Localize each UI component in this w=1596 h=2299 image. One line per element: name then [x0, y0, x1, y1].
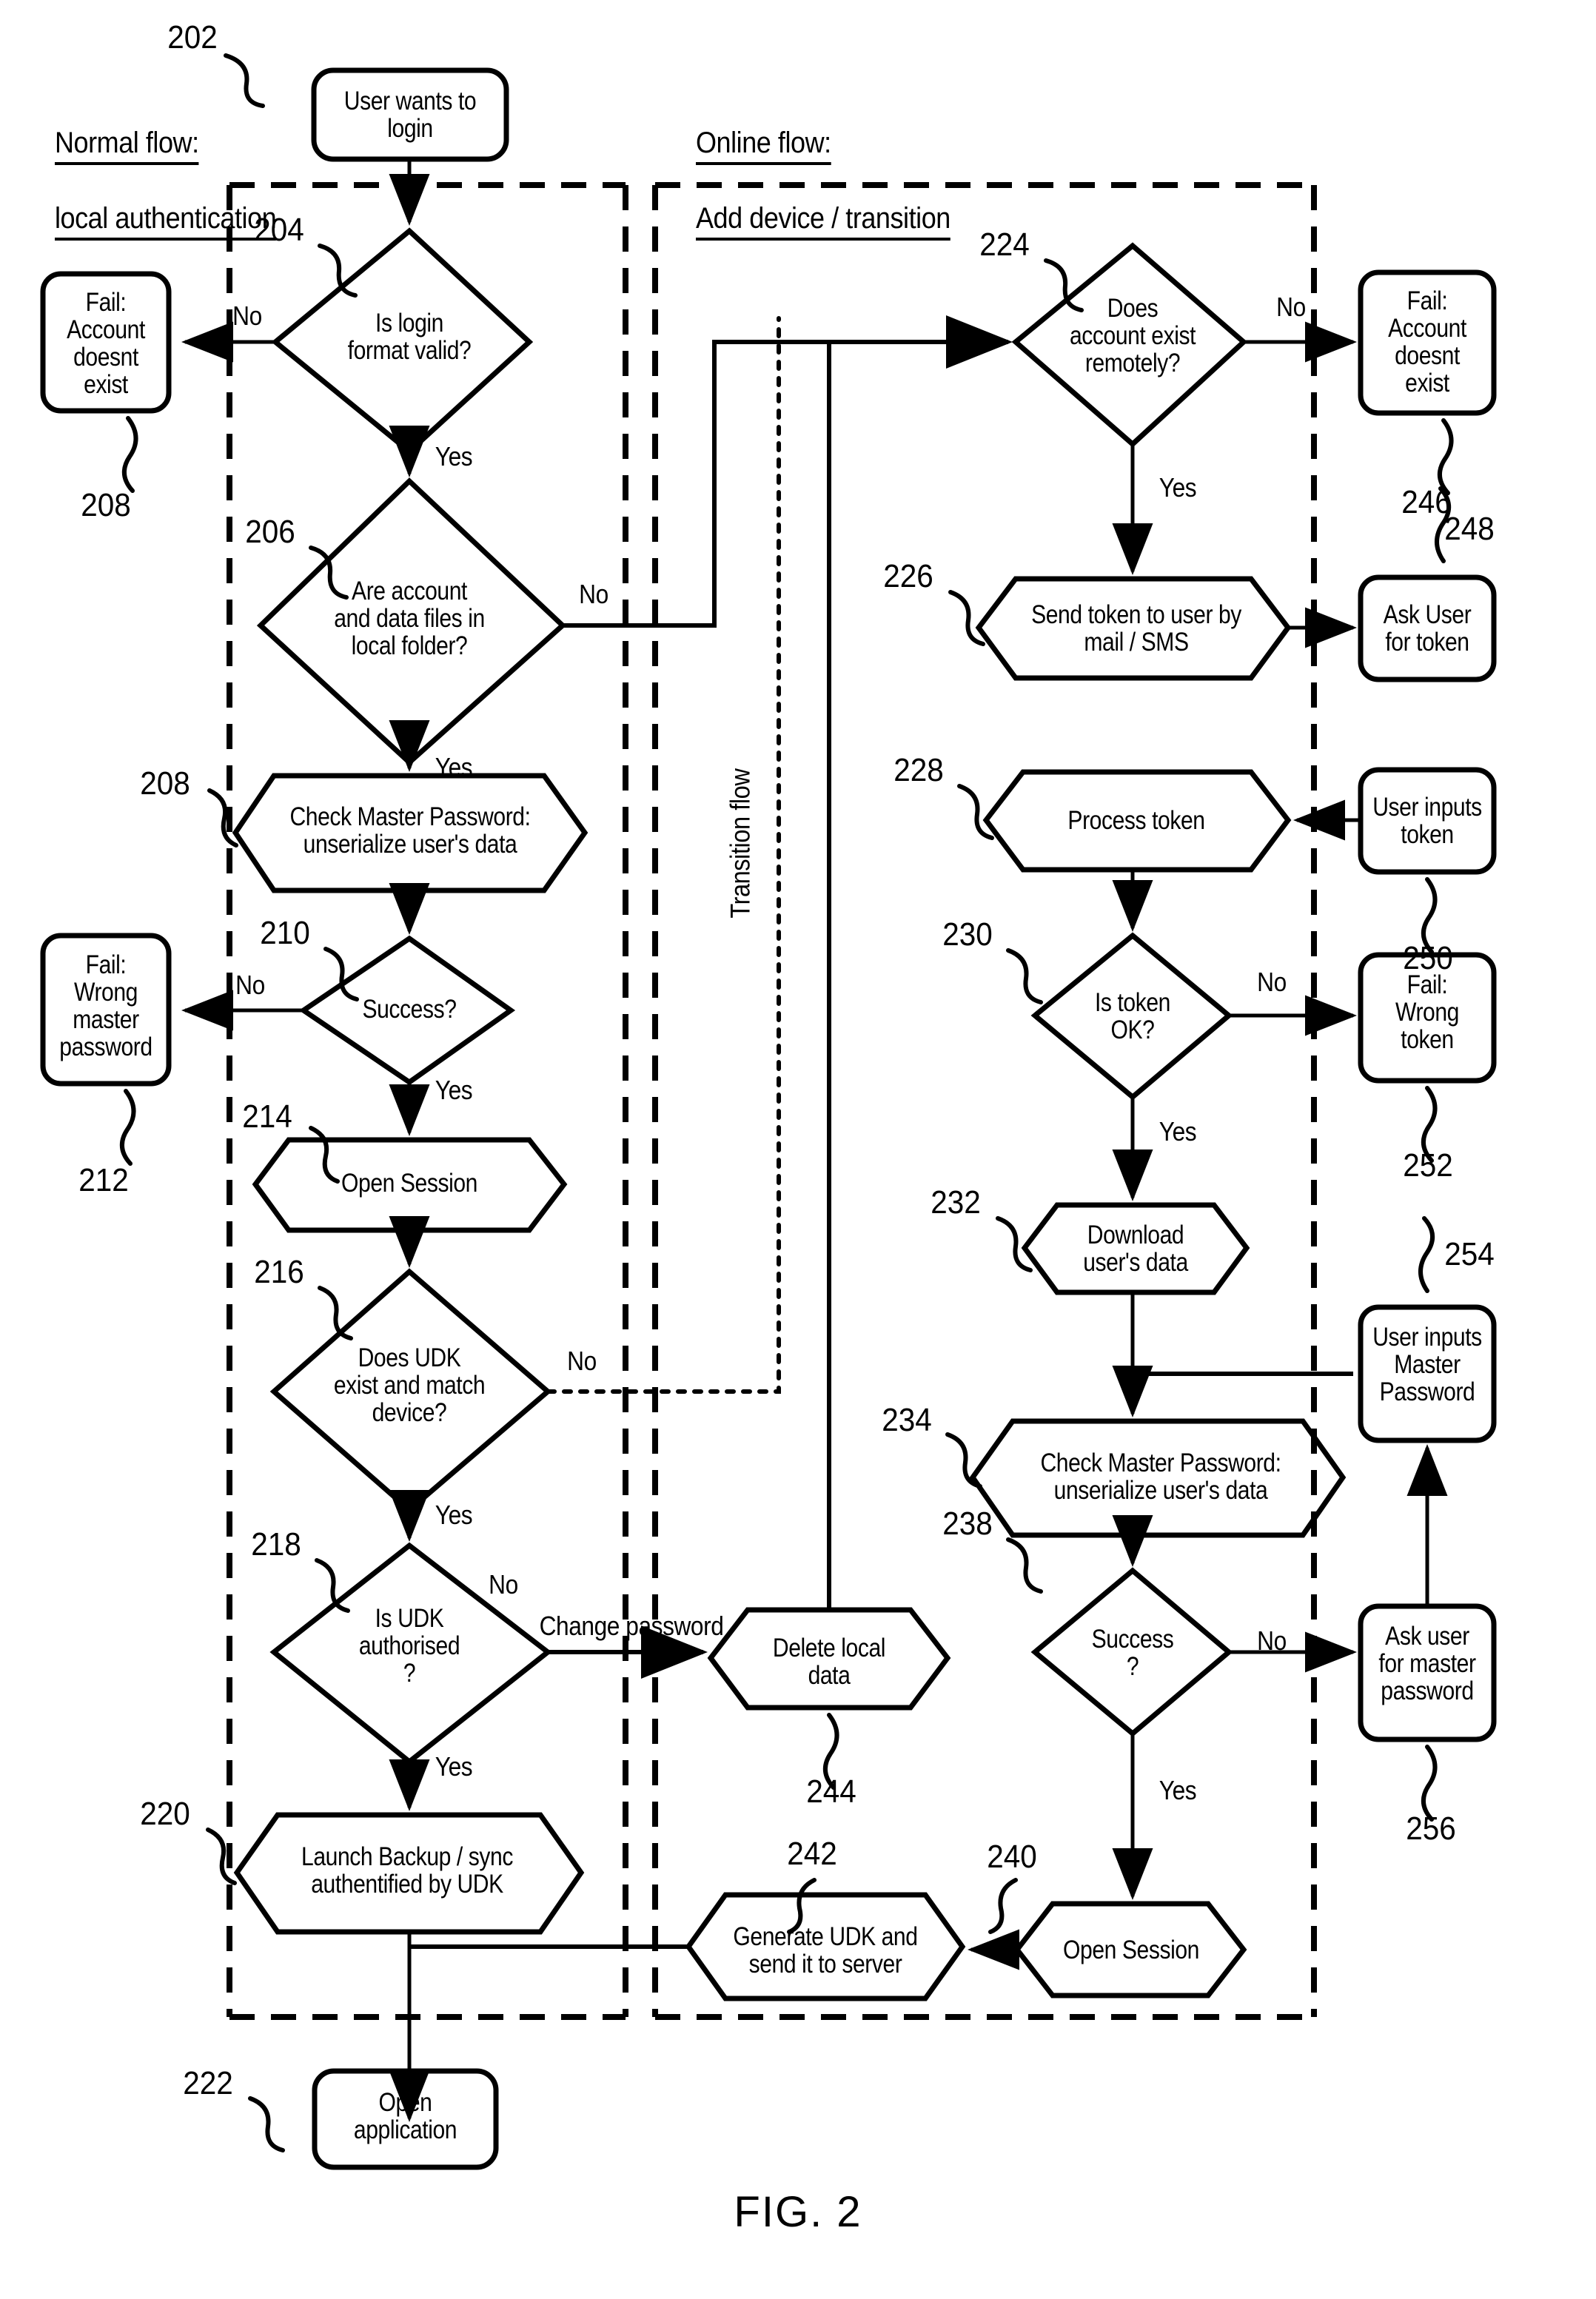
leader-208fail [122, 416, 138, 493]
ref-240: 240 [987, 1839, 1037, 1875]
node-232-label: Download user's data [1083, 1221, 1188, 1278]
node-256-label: Ask user for master password [1378, 1622, 1476, 1706]
node-210-label: Success? [362, 995, 457, 1024]
ref-254: 254 [1444, 1236, 1495, 1272]
node-234-label: Check Master Password: unserialize user'… [1040, 1449, 1281, 1506]
node-230-label: Is token OK? [1095, 988, 1170, 1045]
ref-256: 256 [1406, 1810, 1456, 1847]
ref-210: 210 [260, 915, 310, 951]
edge-label-204-yes: Yes [435, 441, 473, 471]
lane-header-online-line2: Add device / transition [696, 201, 950, 241]
ref-238: 238 [942, 1506, 993, 1542]
node-208-fail-label: Fail: Account doesnt exist [67, 288, 145, 400]
edge-label-206-yes: Yes [435, 752, 473, 782]
node-240-label: Open Session [1063, 1936, 1199, 1964]
node-220-label: Launch Backup / sync authentified by UDK [301, 1842, 513, 1899]
ref-218: 218 [251, 1526, 301, 1563]
figure-canvas: Normal flow: local authentication Online… [0, 0, 1596, 2299]
ref-244: 244 [806, 1773, 856, 1810]
leader-246 [1438, 418, 1454, 495]
edge-label-210-yes: Yes [435, 1075, 473, 1105]
edge-label-230-yes: Yes [1159, 1116, 1197, 1147]
node-224-label: Does account exist remotely? [1069, 294, 1196, 378]
ref-228: 228 [893, 752, 944, 788]
node-244-label: Delete local data [772, 1634, 886, 1691]
leader-238 [1006, 1537, 1043, 1594]
ref-212: 212 [78, 1162, 129, 1198]
edge-label-218-no: No [489, 1569, 518, 1600]
node-202-label: User wants to login [343, 87, 477, 144]
ref-252: 252 [1403, 1147, 1453, 1184]
ref-202: 202 [167, 19, 218, 56]
node-246-label: Fail: Account doesnt exist [1388, 286, 1466, 398]
node-218-label: Is UDK authorised ? [358, 1604, 460, 1688]
node-214-label: Open Session [341, 1169, 477, 1198]
edge-label-206-no: No [579, 579, 608, 609]
edge-label-238-yes: Yes [1159, 1775, 1197, 1805]
edge-label-218-yes: Yes [435, 1751, 473, 1782]
ref-226: 226 [883, 558, 933, 594]
ref-230: 230 [942, 916, 993, 953]
ref-224: 224 [979, 226, 1030, 263]
ref-232: 232 [931, 1184, 981, 1221]
leader-212 [120, 1089, 136, 1166]
ref-214: 214 [242, 1098, 292, 1135]
leader-222 [248, 2096, 285, 2152]
leader-256 [1421, 1745, 1438, 1822]
transition-flow-label: Transition flow [725, 768, 756, 919]
edge-label-230-no: No [1257, 967, 1287, 997]
edge-label-216-yes: Yes [435, 1500, 473, 1530]
leader-228 [957, 784, 994, 840]
edge-label-218-change-password: Change password [539, 1611, 724, 1641]
node-226-label: Send token to user by mail / SMS [1031, 600, 1241, 657]
figure-caption: FIG. 2 [734, 2188, 862, 2236]
leader-240 [988, 1878, 1018, 1934]
edge-label-224-yes: Yes [1159, 472, 1197, 503]
lane-header-normal-line1: Normal flow: [55, 125, 199, 165]
edge-label-224-no: No [1276, 292, 1306, 322]
node-208-process-label: Check Master Password: unserialize user'… [289, 802, 531, 859]
node-228-label: Process token [1067, 806, 1205, 835]
ref-204: 204 [254, 212, 304, 248]
edge-label-210-no: No [235, 970, 265, 1000]
ref-208-process: 208 [140, 765, 190, 802]
node-212-label: Fail: Wrong master password [59, 950, 152, 1062]
leader-226 [948, 590, 985, 646]
ref-248: 248 [1444, 511, 1495, 547]
ref-250: 250 [1403, 940, 1453, 976]
node-238-label: Success ? [1091, 1625, 1174, 1682]
node-250-label: User inputs token [1372, 793, 1482, 850]
edge-label-204-no: No [232, 301, 262, 331]
edge-label-216-no: No [567, 1346, 597, 1376]
leader-254 [1418, 1216, 1435, 1293]
ref-206: 206 [245, 514, 295, 550]
edge-label-238-no: No [1257, 1625, 1287, 1656]
node-252-label: Fail: Wrong token [1395, 970, 1459, 1055]
lane-header-online: Online flow: Add device / transition [696, 89, 950, 277]
ref-242: 242 [787, 1836, 837, 1872]
ref-220: 220 [140, 1796, 190, 1832]
node-206-label: Are account and data files in local fold… [334, 577, 485, 661]
ref-208-fail: 208 [81, 487, 131, 523]
ref-234: 234 [882, 1402, 932, 1438]
leader-230 [1006, 948, 1043, 1004]
node-248-label: Ask User for token [1383, 600, 1472, 657]
node-204-label: Is login format valid? [347, 309, 472, 366]
ref-222: 222 [183, 2065, 233, 2101]
lane-header-online-line1: Online flow: [696, 125, 831, 165]
ref-216: 216 [254, 1254, 304, 1290]
node-216-label: Does UDK exist and match device? [333, 1343, 486, 1428]
node-242-label: Generate UDK and send it to server [733, 1922, 918, 1979]
lane-header-normal: Normal flow: local authentication [55, 89, 277, 277]
node-222-label: Open application [353, 2088, 457, 2145]
node-254-label: User inputs Master Password [1372, 1323, 1482, 1407]
